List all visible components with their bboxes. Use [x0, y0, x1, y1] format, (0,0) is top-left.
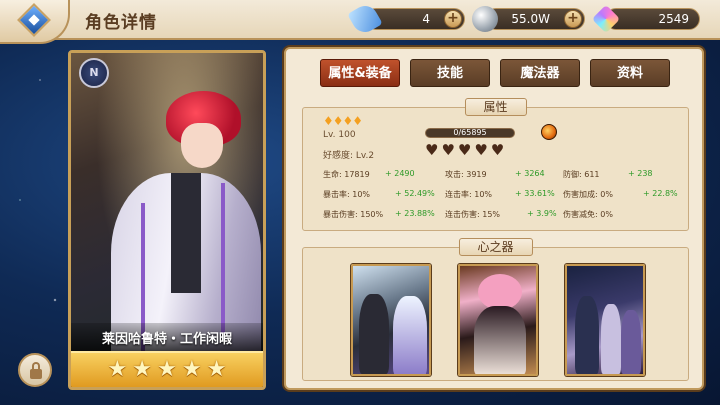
star-icon: ★: [107, 357, 128, 382]
star-rating: ★ ★ ★ ★ ★: [71, 351, 263, 387]
tab-attributes-equipment[interactable]: 属性&装备: [320, 59, 400, 87]
soul-item-card-2[interactable]: [458, 264, 538, 376]
stat-crit-damage: 暴击伤害: 150%: [323, 210, 384, 219]
affinity-hearts-icon: ♥♥♥♥♥: [425, 141, 508, 159]
lock-button[interactable]: [18, 353, 52, 387]
soul-item-card-1[interactable]: [351, 264, 431, 376]
stat-defense: 防御: 611: [563, 170, 600, 179]
crystal-counter: 4 +: [347, 1, 465, 37]
silver-counter: 55.0W +: [472, 6, 585, 32]
rank-diamonds-icon: ♦♦♦♦: [323, 114, 363, 128]
stat-attack: 攻击: 3919: [445, 170, 487, 179]
coat-stripe: [221, 183, 225, 333]
stat-crit-damage-bonus: + 23.88%: [395, 209, 435, 218]
soul-items-section: 心之器: [302, 238, 689, 381]
faction-emblem-icon: N: [79, 58, 109, 88]
add-crystal-button[interactable]: +: [444, 10, 462, 28]
stat-damage-reduction: 伤害减免: 0%: [563, 210, 613, 219]
stat-attack-bonus: + 3264: [515, 169, 545, 178]
character-face: [181, 123, 223, 168]
figure-silhouette: [359, 294, 389, 374]
stat-hp-bonus: + 2490: [385, 169, 415, 178]
element-orb-icon[interactable]: [541, 124, 557, 140]
gem-value: 2549: [658, 12, 689, 26]
figure-silhouette: [575, 296, 599, 374]
figure-silhouette: [601, 304, 621, 374]
silver-coin-icon: [472, 6, 498, 32]
crystal-value: 4: [422, 12, 430, 26]
stat-damage-bonus-bonus: + 22.8%: [643, 189, 678, 198]
tab-profile[interactable]: 资料: [590, 59, 670, 87]
level-label: Lv. 100: [323, 130, 356, 140]
stat-combo-damage-bonus: + 3.9%: [527, 209, 557, 218]
figure-silhouette: [621, 310, 641, 374]
tab-bar: 属性&装备 技能 魔法器 资料: [320, 59, 670, 87]
star-icon: ★: [157, 357, 177, 382]
stat-combo-rate-bonus: + 33.61%: [515, 189, 555, 198]
star-icon: ★: [206, 357, 227, 382]
figure-silhouette: [474, 306, 526, 374]
exp-bar: 0/65895: [425, 128, 515, 138]
attributes-header: 属性: [464, 98, 527, 116]
star-icon: ★: [181, 357, 202, 382]
soul-item-card-3[interactable]: [565, 264, 645, 376]
tab-magic-items[interactable]: 魔法器: [500, 59, 580, 87]
silver-value: 55.0W: [511, 12, 550, 26]
character-name: 莱因哈鲁特・工作闲暇: [101, 332, 232, 347]
character-card[interactable]: N 莱因哈鲁特・工作闲暇 ★ ★ ★ ★ ★: [68, 50, 266, 390]
stat-crit-rate-bonus: + 52.49%: [395, 189, 435, 198]
stat-crit-rate: 暴击率: 10%: [323, 190, 371, 199]
add-silver-button[interactable]: +: [564, 10, 582, 28]
attributes-section: 属性 ♦♦♦♦ Lv. 100 0/65895 好感度: Lv.2 ♥♥♥♥♥ …: [302, 98, 689, 231]
stat-combo-rate: 连击率: 10%: [445, 190, 493, 199]
stat-damage-bonus: 伤害加成: 0%: [563, 190, 613, 199]
gem-counter: 2549: [591, 4, 700, 34]
back-diamond-icon: [17, 3, 51, 37]
star-icon: ★: [132, 357, 153, 382]
detail-panel: 属性&装备 技能 魔法器 资料 属性 ♦♦♦♦ Lv. 100 0/65895 …: [284, 47, 704, 390]
exp-text: 0/65895: [453, 128, 487, 137]
lock-icon: [30, 369, 42, 379]
figure-silhouette: [478, 274, 522, 310]
stat-defense-bonus: + 238: [628, 169, 653, 178]
figure-silhouette: [393, 296, 427, 374]
stat-combo-damage: 连击伤害: 15%: [445, 210, 501, 219]
tab-skills[interactable]: 技能: [410, 59, 490, 87]
page-title: 角色详情: [85, 13, 157, 33]
affinity-label: 好感度: Lv.2: [323, 151, 375, 161]
stat-hp: 生命: 17819: [323, 170, 370, 179]
soul-items-header: 心之器: [458, 238, 533, 256]
